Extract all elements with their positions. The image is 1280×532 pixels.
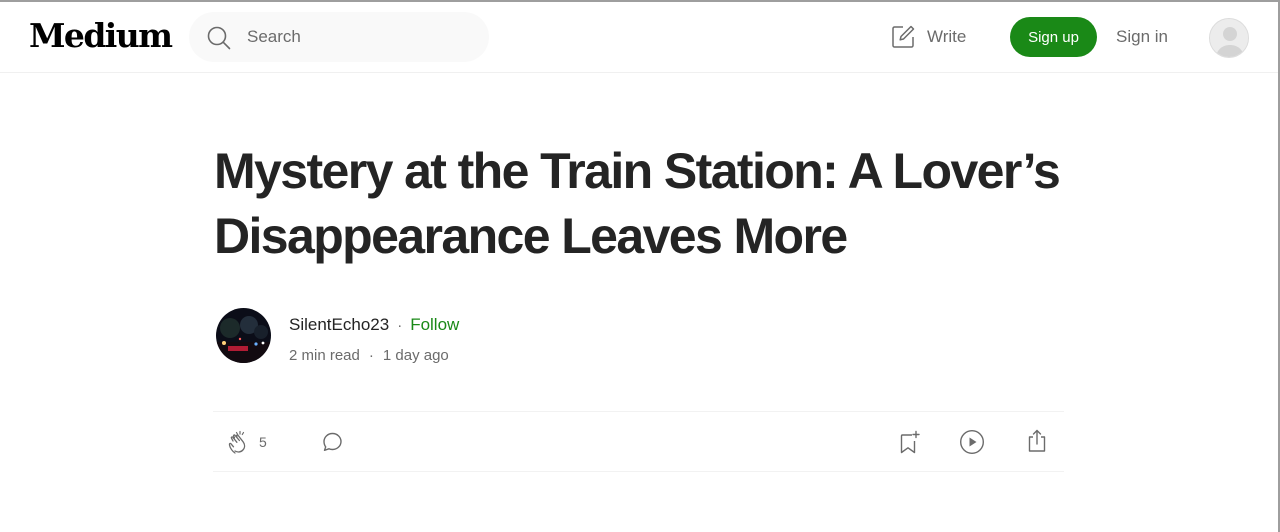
article-action-bar: 5 [213, 411, 1064, 472]
read-time: 2 min read [289, 346, 360, 364]
meta-separator-dot: · [368, 346, 374, 364]
search-input[interactable] [247, 12, 467, 62]
comment-icon[interactable] [320, 429, 346, 455]
author-avatar[interactable] [216, 308, 271, 363]
author-row: SilentEcho23 · Follow [289, 314, 459, 336]
author-name[interactable]: SilentEcho23 [289, 315, 389, 335]
write-button[interactable]: Write [889, 22, 966, 52]
sign-in-link[interactable]: Sign in [1116, 26, 1168, 48]
article-title: Mystery at the Train Station: A Lover’s … [214, 143, 1061, 264]
article-meta: 2 min read · 1 day ago [289, 345, 449, 365]
write-label: Write [927, 27, 967, 46]
clap-icon[interactable] [226, 429, 252, 455]
separator-dot: · [397, 316, 403, 334]
bookmark-add-icon[interactable] [896, 429, 922, 455]
top-navigation-bar: Medium Write Sign up Sign in [0, 0, 1280, 73]
published-date: 1 day ago [382, 346, 449, 364]
follow-button[interactable]: Follow [410, 315, 459, 335]
search-icon [207, 26, 231, 50]
user-avatar-icon [1210, 19, 1248, 57]
play-icon[interactable] [959, 429, 985, 455]
author-avatar-image [216, 308, 271, 363]
write-icon [892, 25, 915, 48]
search-box[interactable] [189, 12, 489, 62]
sign-up-button[interactable]: Sign up [1010, 17, 1097, 57]
medium-logo[interactable]: Medium [29, 16, 173, 56]
clap-count: 5 [259, 434, 267, 450]
user-avatar[interactable] [1209, 18, 1249, 58]
share-icon[interactable] [1024, 428, 1050, 454]
